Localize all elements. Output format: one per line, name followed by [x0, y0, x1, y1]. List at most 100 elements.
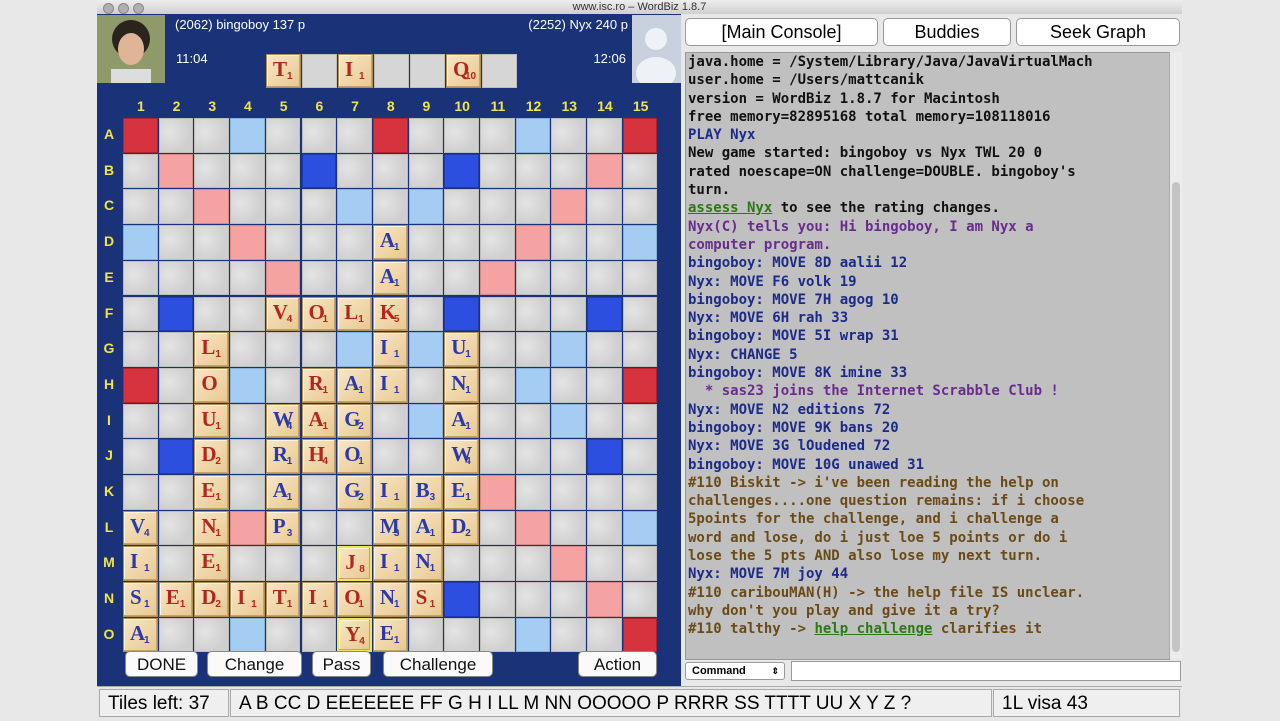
board-square[interactable] [444, 189, 479, 225]
board-square[interactable] [551, 332, 587, 367]
board-square[interactable] [337, 118, 372, 153]
board-square[interactable] [515, 189, 551, 225]
board-tile[interactable]: A1 [265, 475, 301, 510]
board-square[interactable] [551, 118, 587, 153]
board-square[interactable] [515, 546, 551, 582]
board-square[interactable] [123, 475, 158, 510]
board-square[interactable] [194, 617, 230, 653]
board-tile[interactable]: D2 [194, 439, 230, 474]
board-square[interactable] [372, 403, 408, 439]
board-tile[interactable]: A1 [444, 403, 479, 439]
board-square[interactable] [480, 367, 515, 403]
board-square[interactable] [301, 332, 337, 367]
tab-main-console[interactable]: [Main Console] [685, 18, 878, 46]
board-square[interactable] [194, 260, 230, 296]
board-square[interactable] [408, 617, 444, 653]
board-square[interactable] [587, 617, 622, 653]
board-square[interactable] [551, 403, 587, 439]
board-square[interactable] [622, 510, 658, 546]
board-square[interactable] [587, 189, 622, 225]
board-square[interactable] [158, 225, 194, 260]
board-tile[interactable]: B3 [408, 475, 444, 510]
board-square[interactable] [551, 546, 587, 582]
board-square[interactable] [265, 260, 301, 296]
board-square[interactable] [587, 225, 622, 260]
board-tile[interactable]: I1 [230, 582, 265, 617]
board-tile[interactable]: O1 [301, 296, 337, 332]
board-square[interactable] [301, 510, 337, 546]
board-square[interactable] [622, 189, 658, 225]
challenge-button[interactable]: Challenge [383, 651, 493, 677]
board-tile[interactable]: A1 [301, 403, 337, 439]
board-square[interactable] [337, 332, 372, 367]
board-square[interactable] [123, 118, 158, 153]
board-tile[interactable]: I1 [372, 475, 408, 510]
board-tile[interactable]: A1 [337, 367, 372, 403]
board-tile[interactable]: E1 [444, 475, 479, 510]
board-square[interactable] [515, 617, 551, 653]
board-square[interactable] [372, 153, 408, 189]
board-square[interactable] [301, 260, 337, 296]
board-tile[interactable]: R1 [265, 439, 301, 474]
board-square[interactable] [372, 118, 408, 153]
board-square[interactable] [123, 296, 158, 332]
board-tile[interactable]: J8 [337, 546, 372, 582]
tab-seek-graph[interactable]: Seek Graph [1016, 18, 1180, 46]
board-tile[interactable]: Y4 [337, 617, 372, 653]
board-square[interactable] [301, 189, 337, 225]
board-square[interactable] [515, 332, 551, 367]
board-square[interactable] [551, 260, 587, 296]
board-square[interactable] [372, 439, 408, 474]
board-tile[interactable]: N1 [194, 510, 230, 546]
board-square[interactable] [587, 439, 622, 474]
board-square[interactable] [408, 296, 444, 332]
rack-slot-empty[interactable] [482, 54, 517, 88]
board-square[interactable] [158, 510, 194, 546]
console-link[interactable]: assess Nyx [688, 200, 772, 216]
board-square[interactable] [337, 189, 372, 225]
board-square[interactable] [444, 118, 479, 153]
board-tile[interactable]: A1 [372, 225, 408, 260]
board-square[interactable] [551, 582, 587, 617]
board-tile[interactable]: G2 [337, 403, 372, 439]
board-tile[interactable]: N1 [444, 367, 479, 403]
board-square[interactable] [408, 153, 444, 189]
board-square[interactable] [587, 296, 622, 332]
board-square[interactable] [230, 546, 265, 582]
board-square[interactable] [158, 189, 194, 225]
board-square[interactable] [158, 367, 194, 403]
board-tile[interactable]: D2 [444, 510, 479, 546]
board-square[interactable] [337, 225, 372, 260]
board-square[interactable] [622, 546, 658, 582]
board-tile[interactable]: O [194, 367, 230, 403]
board-square[interactable] [622, 260, 658, 296]
board-square[interactable] [587, 582, 622, 617]
board-square[interactable] [551, 296, 587, 332]
board-square[interactable] [515, 296, 551, 332]
board-square[interactable] [587, 475, 622, 510]
board-tile[interactable]: R1 [301, 367, 337, 403]
board-square[interactable] [515, 367, 551, 403]
board-square[interactable] [480, 439, 515, 474]
board-tile[interactable]: S1 [408, 582, 444, 617]
board-square[interactable] [301, 617, 337, 653]
rack-tile[interactable]: T1 [266, 54, 301, 88]
board-square[interactable] [480, 582, 515, 617]
board-square[interactable] [515, 510, 551, 546]
board-tile[interactable]: O1 [337, 439, 372, 474]
board-tile[interactable]: D2 [194, 582, 230, 617]
board-square[interactable] [587, 546, 622, 582]
board-square[interactable] [480, 189, 515, 225]
board-square[interactable] [194, 225, 230, 260]
board-square[interactable] [480, 153, 515, 189]
board-square[interactable] [480, 118, 515, 153]
board-square[interactable] [158, 260, 194, 296]
board-square[interactable] [265, 546, 301, 582]
board-square[interactable] [158, 439, 194, 474]
board-square[interactable] [444, 260, 479, 296]
board-square[interactable] [230, 260, 265, 296]
board-tile[interactable]: W4 [444, 439, 479, 474]
board-tile[interactable]: L1 [194, 332, 230, 367]
board-tile[interactable]: T1 [265, 582, 301, 617]
command-type-select[interactable]: Command ⇕ [685, 662, 785, 680]
